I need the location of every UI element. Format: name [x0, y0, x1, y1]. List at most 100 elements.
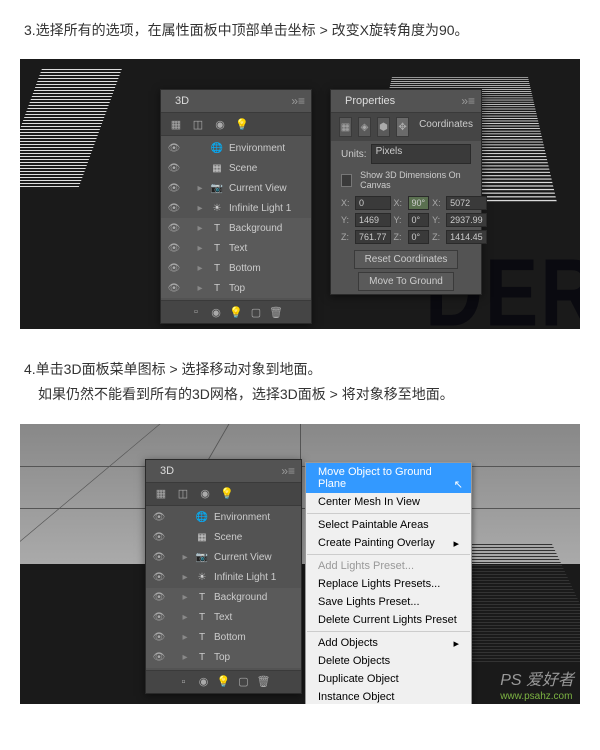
3d-panel-header[interactable]: 3D »≡	[146, 460, 301, 483]
coord-input[interactable]: Z:1414.45	[432, 230, 487, 244]
layer-row-infinite-light-1[interactable]: 👁▸☀Infinite Light 1	[161, 198, 311, 218]
footer-icon[interactable]: ▫	[177, 675, 191, 689]
visibility-icon[interactable]: 👁	[167, 263, 181, 274]
coord-input[interactable]: Y:1469	[341, 213, 391, 227]
visibility-icon[interactable]: 👁	[152, 592, 166, 603]
layer-row-top[interactable]: 👁▸TTop	[146, 648, 301, 668]
coord-input[interactable]: X:5072	[432, 196, 487, 210]
menu-item-save-lights-preset-[interactable]: Save Lights Preset...	[306, 593, 471, 611]
menu-item-delete-current-lights-preset[interactable]: Delete Current Lights Preset	[306, 611, 471, 629]
visibility-icon[interactable]: 👁	[152, 532, 166, 543]
footer-render-icon[interactable]: ▢	[237, 675, 251, 689]
3d-panel-tab[interactable]: 3D	[167, 93, 197, 109]
3d-panel-footer: ▫ ◉ 💡 ▢ 🗑	[146, 670, 301, 693]
panel-menu-icon[interactable]: »≡	[291, 94, 305, 108]
menu-item-delete-objects[interactable]: Delete Objects	[306, 652, 471, 670]
layer-row-scene[interactable]: 👁▦Scene	[161, 158, 311, 178]
layer-row-current-view[interactable]: 👁▸📷Current View	[146, 548, 301, 568]
properties-header[interactable]: Properties »≡	[331, 90, 481, 113]
cap-mode-icon[interactable]: ⬢	[377, 117, 390, 137]
visibility-icon[interactable]: 👁	[167, 223, 181, 234]
screenshot-2: 3D »≡ ▦ ◫ ◉ 💡 👁🌐Environment👁▦Scene👁▸📷Cur…	[20, 424, 580, 704]
menu-item-select-paintable-areas[interactable]: Select Paintable Areas	[306, 516, 471, 534]
visibility-icon[interactable]: 👁	[167, 163, 181, 174]
3d-panel: 3D »≡ ▦ ◫ ◉ 💡 👁🌐Environment👁▦Scene👁▸📷Cur…	[145, 459, 302, 694]
move-to-ground-button[interactable]: Move To Ground	[358, 272, 454, 291]
coordinates-mode-icon[interactable]: ✥	[396, 117, 409, 137]
step-3-instruction: 3.选择所有的选项，在属性面板中顶部单击坐标 > 改变X旋转角度为90。	[0, 0, 600, 59]
coordinates-grid: X:0X:90°X:5072Y:1469Y:0°Y:2937.99Z:761.7…	[331, 193, 481, 247]
footer-icon[interactable]: ▫	[189, 305, 203, 319]
visibility-icon[interactable]: 👁	[152, 632, 166, 643]
menu-item-add-objects[interactable]: Add Objects▸	[306, 634, 471, 652]
cursor-icon: ↖	[454, 478, 463, 491]
mesh-mode-icon[interactable]: ▦	[339, 117, 352, 137]
panel-menu-icon[interactable]: »≡	[461, 94, 475, 108]
properties-tab[interactable]: Properties	[337, 93, 403, 109]
deform-mode-icon[interactable]: ◈	[358, 117, 371, 137]
filter-light-icon[interactable]: 💡	[220, 487, 234, 501]
layer-row-bottom[interactable]: 👁▸TBottom	[146, 628, 301, 648]
visibility-icon[interactable]: 👁	[167, 203, 181, 214]
coord-input[interactable]: Y:0°	[394, 213, 430, 227]
visibility-icon[interactable]: 👁	[167, 283, 181, 294]
show-3d-row[interactable]: Show 3D Dimensions On Canvas	[331, 167, 481, 193]
coord-input[interactable]: Z:761.77	[341, 230, 391, 244]
units-select[interactable]: Pixels	[371, 144, 471, 164]
filter-mesh-icon[interactable]: ◫	[191, 117, 205, 131]
filter-mesh-icon[interactable]: ◫	[176, 487, 190, 501]
panel-menu-icon[interactable]: »≡	[281, 464, 295, 478]
footer-icon[interactable]: ◉	[209, 305, 223, 319]
filter-all-icon[interactable]: ▦	[154, 487, 168, 501]
footer-icon[interactable]: ◉	[197, 675, 211, 689]
coord-input[interactable]: Z:0°	[394, 230, 430, 244]
footer-delete-icon[interactable]: 🗑	[269, 305, 283, 319]
show-3d-checkbox[interactable]	[341, 174, 352, 187]
reset-coordinates-button[interactable]: Reset Coordinates	[354, 250, 459, 269]
layer-row-environment[interactable]: 👁🌐Environment	[146, 508, 301, 528]
coord-input[interactable]: X:0	[341, 196, 391, 210]
layer-row-scene[interactable]: 👁▦Scene	[146, 528, 301, 548]
3d-panel-header[interactable]: 3D »≡	[161, 90, 311, 113]
footer-icon[interactable]: 💡	[217, 675, 231, 689]
menu-item-create-painting-overlay[interactable]: Create Painting Overlay▸	[306, 534, 471, 552]
layer-row-text[interactable]: 👁▸TText	[146, 608, 301, 628]
layer-name: Top	[227, 283, 305, 294]
menu-item-move-object-to-ground-plane[interactable]: Move Object to Ground Plane↖	[306, 463, 471, 493]
filter-material-icon[interactable]: ◉	[198, 487, 212, 501]
layer-type-icon: T	[209, 261, 225, 275]
layer-row-environment[interactable]: 👁🌐Environment	[161, 138, 311, 158]
coord-input[interactable]: Y:2937.99	[432, 213, 487, 227]
layer-type-icon: ☀	[209, 201, 225, 215]
visibility-icon[interactable]: 👁	[152, 512, 166, 523]
visibility-icon[interactable]: 👁	[152, 552, 166, 563]
footer-delete-icon[interactable]: 🗑	[257, 675, 271, 689]
visibility-icon[interactable]: 👁	[152, 612, 166, 623]
visibility-icon[interactable]: 👁	[167, 243, 181, 254]
layer-row-background[interactable]: 👁▸TBackground	[161, 218, 311, 238]
visibility-icon[interactable]: 👁	[152, 572, 166, 583]
coord-input[interactable]: X:90°	[394, 196, 430, 210]
layer-row-text[interactable]: 👁▸TText	[161, 238, 311, 258]
visibility-icon[interactable]: 👁	[152, 652, 166, 663]
visibility-icon[interactable]: 👁	[167, 143, 181, 154]
3d-panel-tab[interactable]: 3D	[152, 463, 182, 479]
filter-material-icon[interactable]: ◉	[213, 117, 227, 131]
screenshot-1: DER 3D »≡ ▦ ◫ ◉ 💡 👁🌐Environment👁▦Scene👁▸…	[20, 59, 580, 329]
footer-icon[interactable]: 💡	[229, 305, 243, 319]
menu-item-replace-lights-presets-[interactable]: Replace Lights Presets...	[306, 575, 471, 593]
menu-item-instance-object[interactable]: Instance Object	[306, 688, 471, 704]
filter-all-icon[interactable]: ▦	[169, 117, 183, 131]
3d-layer-list: 👁🌐Environment👁▦Scene👁▸📷Current View👁▸☀In…	[161, 136, 311, 300]
menu-item-center-mesh-in-view[interactable]: Center Mesh In View	[306, 493, 471, 511]
layer-row-infinite-light-1[interactable]: 👁▸☀Infinite Light 1	[146, 568, 301, 588]
watermark: PS 爱好者 www.psahz.com	[500, 666, 574, 702]
filter-light-icon[interactable]: 💡	[235, 117, 249, 131]
footer-render-icon[interactable]: ▢	[249, 305, 263, 319]
menu-item-duplicate-object[interactable]: Duplicate Object	[306, 670, 471, 688]
layer-row-background[interactable]: 👁▸TBackground	[146, 588, 301, 608]
layer-row-top[interactable]: 👁▸TTop	[161, 278, 311, 298]
layer-row-bottom[interactable]: 👁▸TBottom	[161, 258, 311, 278]
layer-row-current-view[interactable]: 👁▸📷Current View	[161, 178, 311, 198]
visibility-icon[interactable]: 👁	[167, 183, 181, 194]
